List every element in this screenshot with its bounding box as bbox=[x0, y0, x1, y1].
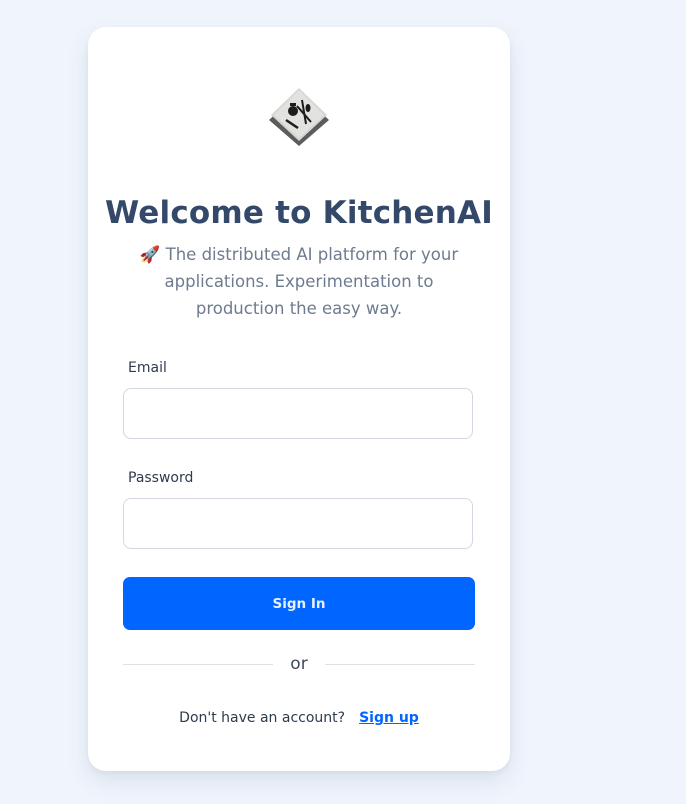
page-title: Welcome to KitchenAI bbox=[105, 195, 493, 231]
password-field[interactable] bbox=[123, 498, 473, 549]
kitchen-utensils-tile-icon bbox=[269, 88, 329, 146]
password-label: Password bbox=[128, 470, 194, 486]
page-subtitle: 🚀 The distributed AI platform for your a… bbox=[139, 245, 459, 318]
signup-row: Don't have an account? Sign up bbox=[88, 709, 510, 727]
login-card: Welcome to KitchenAI 🚀 The distributed A… bbox=[88, 27, 510, 771]
sign-in-button[interactable]: Sign In bbox=[123, 577, 475, 630]
sign-up-link[interactable]: Sign up bbox=[359, 710, 419, 726]
signup-prompt: Don't have an account? bbox=[179, 710, 346, 726]
divider-text: or bbox=[290, 654, 308, 674]
divider-line-left bbox=[123, 664, 273, 665]
divider-line-right bbox=[325, 664, 475, 665]
email-label: Email bbox=[128, 360, 167, 376]
email-field[interactable] bbox=[123, 388, 473, 439]
